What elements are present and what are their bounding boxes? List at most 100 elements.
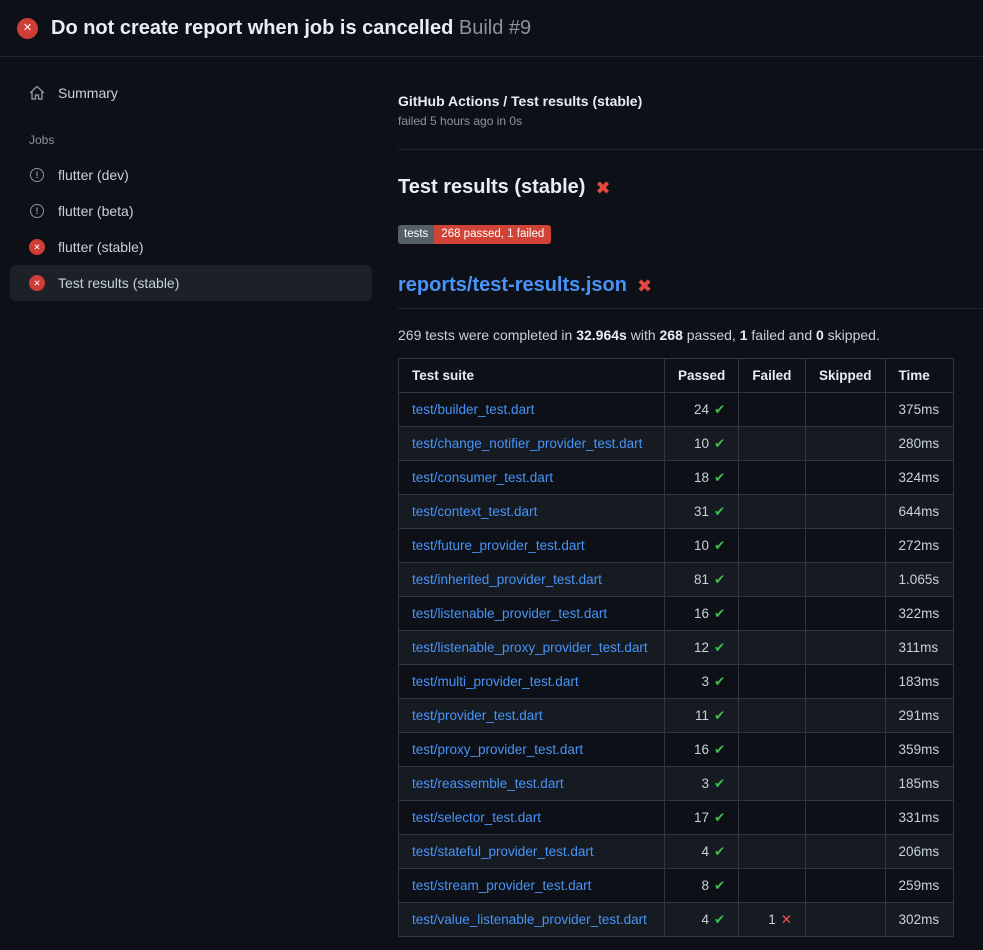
page-title: Do not create report when job is cancell… bbox=[51, 17, 531, 40]
test-suite-link[interactable]: test/selector_test.dart bbox=[412, 810, 541, 825]
passed-cell: 31✔ bbox=[665, 495, 739, 529]
failed-cell: ✕ bbox=[739, 733, 806, 767]
skipped-cell bbox=[806, 665, 886, 699]
test-suite-link[interactable]: test/inherited_provider_test.dart bbox=[412, 572, 602, 587]
page-header: ✕ Do not create report when job is cance… bbox=[0, 0, 983, 57]
check-icon: ✔ bbox=[714, 572, 725, 587]
breadcrumb: GitHub Actions / Test results (stable) bbox=[398, 93, 983, 109]
passed-cell: 11✔ bbox=[665, 699, 739, 733]
skipped-cell bbox=[806, 495, 886, 529]
check-icon: ✔ bbox=[714, 470, 725, 485]
jobs-section-label: Jobs bbox=[0, 111, 382, 157]
table-row: test/consumer_test.dart 18✔ ✕ 324ms bbox=[399, 461, 954, 495]
table-row: test/stream_provider_test.dart 8✔ ✕ 259m… bbox=[399, 869, 954, 903]
test-suite-link[interactable]: test/value_listenable_provider_test.dart bbox=[412, 912, 647, 927]
test-suite-link[interactable]: test/multi_provider_test.dart bbox=[412, 674, 579, 689]
test-suite-link[interactable]: test/reassemble_test.dart bbox=[412, 776, 564, 791]
build-number: Build #9 bbox=[459, 17, 531, 39]
col-header-time: Time bbox=[885, 359, 953, 393]
test-suite-link[interactable]: test/stream_provider_test.dart bbox=[412, 878, 591, 893]
failed-cell: ✕ bbox=[739, 529, 806, 563]
test-suite-link[interactable]: test/future_provider_test.dart bbox=[412, 538, 585, 553]
failed-circle-x-icon: ✕ bbox=[17, 18, 38, 39]
failed-cell: ✕ bbox=[739, 699, 806, 733]
table-row: test/context_test.dart 31✔ ✕ 644ms bbox=[399, 495, 954, 529]
test-suite-link[interactable]: test/builder_test.dart bbox=[412, 402, 534, 417]
results-table: Test suite Passed Failed Skipped Time te… bbox=[398, 358, 954, 937]
home-icon bbox=[29, 85, 45, 101]
table-row: test/listenable_provider_test.dart 16✔ ✕… bbox=[399, 597, 954, 631]
check-icon: ✔ bbox=[714, 878, 725, 893]
neutral-status-icon: ! bbox=[29, 203, 45, 219]
time-cell: 259ms bbox=[885, 869, 953, 903]
check-icon: ✔ bbox=[714, 606, 725, 621]
failed-cell: ✕ bbox=[739, 427, 806, 461]
check-icon: ✔ bbox=[714, 912, 725, 927]
time-cell: 324ms bbox=[885, 461, 953, 495]
time-cell: 280ms bbox=[885, 427, 953, 461]
passed-cell: 24✔ bbox=[665, 393, 739, 427]
sidebar-item-summary[interactable]: Summary bbox=[10, 75, 372, 111]
report-heading: reports/test-results.json ✖ bbox=[398, 274, 983, 309]
skipped-cell bbox=[806, 563, 886, 597]
sidebar: Summary Jobs ! flutter (dev) ! flutter (… bbox=[0, 57, 382, 301]
failed-cell: ✕ bbox=[739, 869, 806, 903]
check-icon: ✔ bbox=[714, 810, 725, 825]
table-row: test/multi_provider_test.dart 3✔ ✕ 183ms bbox=[399, 665, 954, 699]
time-cell: 311ms bbox=[885, 631, 953, 665]
failed-cell: ✕ bbox=[739, 461, 806, 495]
skipped-cell bbox=[806, 835, 886, 869]
run-status-line: failed 5 hours ago in 0s bbox=[398, 114, 983, 128]
skipped-cell bbox=[806, 733, 886, 767]
passed-cell: 10✔ bbox=[665, 427, 739, 461]
skipped-cell bbox=[806, 869, 886, 903]
passed-cell: 3✔ bbox=[665, 665, 739, 699]
skipped-cell bbox=[806, 767, 886, 801]
passed-cell: 8✔ bbox=[665, 869, 739, 903]
skipped-cell bbox=[806, 427, 886, 461]
divider bbox=[398, 149, 983, 150]
passed-cell: 18✔ bbox=[665, 461, 739, 495]
table-row: test/listenable_proxy_provider_test.dart… bbox=[399, 631, 954, 665]
test-suite-link[interactable]: test/change_notifier_provider_test.dart bbox=[412, 436, 642, 451]
skipped-cell bbox=[806, 529, 886, 563]
sidebar-item-flutter-beta[interactable]: ! flutter (beta) bbox=[10, 193, 372, 229]
test-suite-link[interactable]: test/proxy_provider_test.dart bbox=[412, 742, 583, 757]
time-cell: 644ms bbox=[885, 495, 953, 529]
cross-icon: ✕ bbox=[781, 912, 792, 927]
badge-label: tests bbox=[398, 225, 434, 244]
passed-cell: 16✔ bbox=[665, 597, 739, 631]
check-icon: ✔ bbox=[714, 674, 725, 689]
workflow-run-title: Do not create report when job is cancell… bbox=[51, 17, 453, 39]
skipped-cell bbox=[806, 903, 886, 937]
test-suite-link[interactable]: test/context_test.dart bbox=[412, 504, 537, 519]
tests-status-badge: tests 268 passed, 1 failed bbox=[398, 225, 551, 244]
col-header-passed: Passed bbox=[665, 359, 739, 393]
sidebar-item-flutter-stable[interactable]: ✕ flutter (stable) bbox=[10, 229, 372, 265]
test-suite-link[interactable]: test/provider_test.dart bbox=[412, 708, 543, 723]
test-suite-link[interactable]: test/stateful_provider_test.dart bbox=[412, 844, 594, 859]
passed-cell: 4✔ bbox=[665, 903, 739, 937]
test-suite-link[interactable]: test/listenable_provider_test.dart bbox=[412, 606, 607, 621]
failed-x-icon: ✖ bbox=[637, 277, 652, 295]
sidebar-item-label: flutter (beta) bbox=[58, 203, 133, 219]
time-cell: 322ms bbox=[885, 597, 953, 631]
report-file-link[interactable]: reports/test-results.json bbox=[398, 274, 627, 297]
table-row: test/inherited_provider_test.dart 81✔ ✕ … bbox=[399, 563, 954, 597]
sidebar-item-test-results-stable[interactable]: ✕ Test results (stable) bbox=[10, 265, 372, 301]
test-suite-link[interactable]: test/consumer_test.dart bbox=[412, 470, 553, 485]
test-suite-link[interactable]: test/listenable_proxy_provider_test.dart bbox=[412, 640, 648, 655]
skipped-cell bbox=[806, 393, 886, 427]
check-icon: ✔ bbox=[714, 776, 725, 791]
passed-cell: 12✔ bbox=[665, 631, 739, 665]
table-row: test/proxy_provider_test.dart 16✔ ✕ 359m… bbox=[399, 733, 954, 767]
table-row: test/stateful_provider_test.dart 4✔ ✕ 20… bbox=[399, 835, 954, 869]
table-row: test/future_provider_test.dart 10✔ ✕ 272… bbox=[399, 529, 954, 563]
neutral-status-icon: ! bbox=[29, 167, 45, 183]
failed-cell: ✕ bbox=[739, 563, 806, 597]
sidebar-item-flutter-dev[interactable]: ! flutter (dev) bbox=[10, 157, 372, 193]
table-row: test/selector_test.dart 17✔ ✕ 331ms bbox=[399, 801, 954, 835]
table-row: test/value_listenable_provider_test.dart… bbox=[399, 903, 954, 937]
results-table-body: test/builder_test.dart 24✔ ✕ 375ms test/… bbox=[399, 393, 954, 937]
passed-cell: 16✔ bbox=[665, 733, 739, 767]
